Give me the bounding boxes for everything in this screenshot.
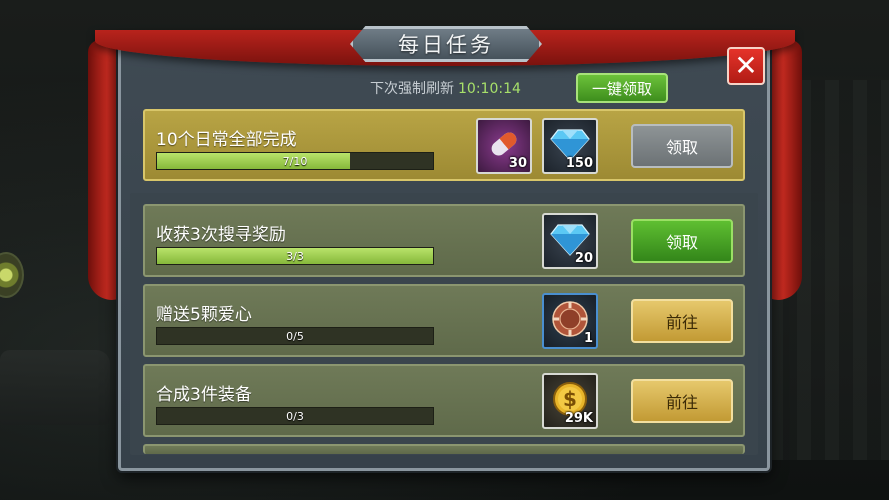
task-title: 收获3次搜寻奖励	[156, 225, 286, 245]
close-button[interactable]: ✕	[727, 47, 765, 85]
progress-text: 7/10	[282, 154, 308, 168]
progress-bar: 0/5	[156, 327, 434, 345]
reward-qty: 1	[583, 331, 593, 346]
task-row-search: 收获3次搜寻奖励 3/3 20 领取	[143, 204, 745, 277]
task-row-send-hearts: 赠送5颗爱心 0/5 1 前往	[143, 284, 745, 357]
close-icon: ✕	[734, 49, 758, 82]
task-title: 合成3件装备	[156, 385, 252, 405]
panel-title: 每日任务	[398, 33, 494, 57]
go-button[interactable]: 前往	[631, 379, 733, 423]
progress-bar: 7/10	[156, 152, 434, 170]
reward-slot[interactable]: $ 29K	[542, 373, 598, 429]
reward-slot[interactable]: 20	[542, 213, 598, 269]
go-button[interactable]: 前往	[631, 299, 733, 343]
refresh-label: 下次强制刷新	[370, 81, 454, 97]
claim-button[interactable]: 领取	[631, 124, 733, 168]
refresh-timer: 下次强制刷新 10:10:14	[370, 78, 521, 98]
progress-bar: 3/3	[156, 247, 434, 265]
progress-text: 0/5	[286, 329, 304, 343]
claim-all-button[interactable]: 一键领取	[576, 73, 668, 103]
task-row-partial	[143, 444, 745, 454]
reward-slot[interactable]: 150	[542, 118, 598, 174]
refresh-time: 10:10:14	[458, 81, 521, 97]
task-row-craft-gear: 合成3件装备 0/3 $ 29K 前往	[143, 364, 745, 437]
reward-slot[interactable]: 1	[542, 293, 598, 349]
progress-bar: 0/3	[156, 407, 434, 425]
title-plate: 每日任务	[350, 26, 542, 62]
task-row-all-daily: 10个日常全部完成 7/10 30 150 领取	[143, 109, 745, 181]
reward-qty: 20	[574, 251, 593, 266]
background-car	[0, 350, 110, 425]
reward-slot[interactable]: 30	[476, 118, 532, 174]
svg-text:$: $	[563, 387, 577, 411]
progress-text: 3/3	[286, 249, 304, 263]
task-title: 赠送5颗爱心	[156, 305, 252, 325]
reward-qty: 29K	[564, 411, 593, 426]
progress-text: 0/3	[286, 409, 304, 423]
reward-qty: 30	[508, 156, 527, 171]
reward-qty: 150	[565, 156, 593, 171]
claim-button[interactable]: 领取	[631, 219, 733, 263]
task-title: 10个日常全部完成	[156, 130, 297, 150]
